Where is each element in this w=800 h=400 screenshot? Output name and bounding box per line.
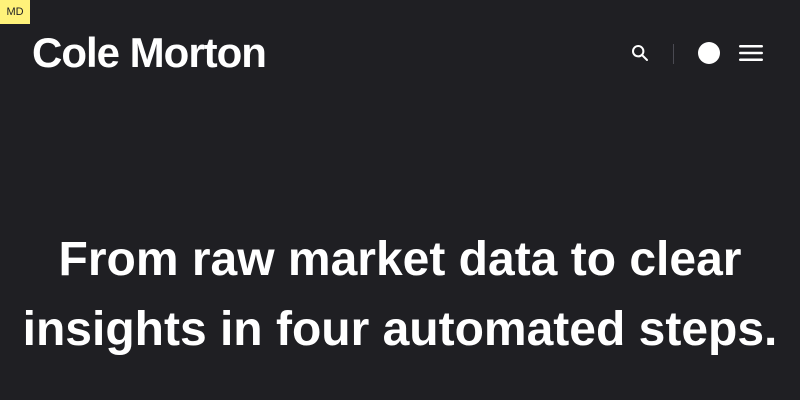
- hamburger-icon: [738, 43, 764, 66]
- site-header: Cole Morton: [0, 0, 800, 108]
- site-logo[interactable]: Cole Morton: [32, 28, 267, 78]
- header-divider: [673, 44, 674, 64]
- header-actions: [623, 36, 768, 72]
- half-moon-icon: [697, 41, 721, 68]
- hero-heading: From raw market data to clear insights i…: [22, 233, 778, 356]
- theme-toggle-button[interactable]: [692, 37, 726, 71]
- search-button[interactable]: [623, 37, 657, 71]
- menu-button[interactable]: [734, 37, 768, 71]
- search-icon: [631, 44, 649, 65]
